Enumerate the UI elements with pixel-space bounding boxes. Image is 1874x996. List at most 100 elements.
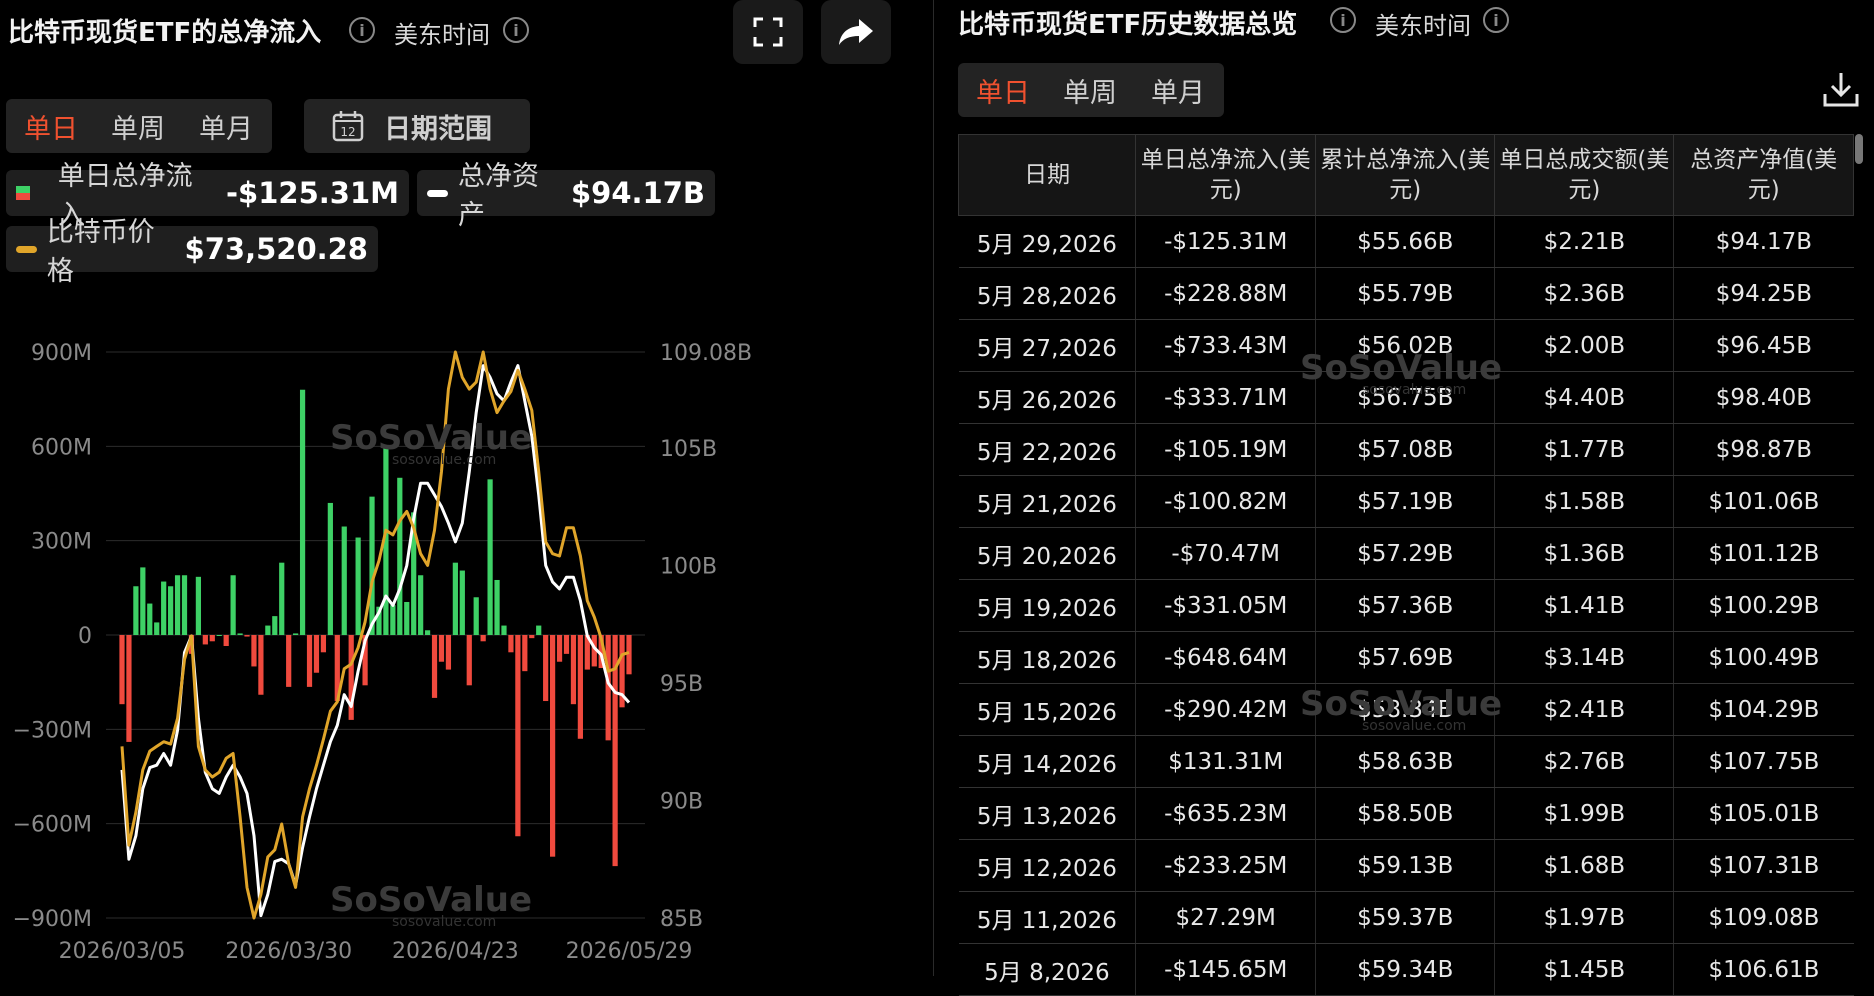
inflow-bar bbox=[272, 616, 278, 635]
table-cell-vol: $1.68B bbox=[1494, 839, 1674, 892]
table-cell-cum: $58.34B bbox=[1315, 683, 1495, 736]
y-right-tick-label: 100B bbox=[660, 554, 717, 579]
table-cell-nav: $96.45B bbox=[1673, 319, 1854, 372]
table-row[interactable]: 5月 29,2026 -$125.31M $55.66B $2.21B $94.17B bbox=[958, 215, 1854, 268]
table-row[interactable]: 5月 22,2026 -$105.19M $57.08B $1.77B $98.87B bbox=[958, 423, 1854, 476]
tab-daily[interactable]: 单日 bbox=[976, 71, 1030, 110]
table-cell-vol: $2.41B bbox=[1494, 683, 1674, 736]
inflow-bar bbox=[341, 526, 347, 635]
inflow-bar bbox=[265, 625, 271, 635]
inflow-bar bbox=[487, 479, 493, 635]
inflow-bar bbox=[147, 603, 153, 635]
table-scrollbar[interactable] bbox=[1855, 134, 1863, 164]
table-cell-vol: $2.00B bbox=[1494, 319, 1674, 372]
timezone-info-icon[interactable]: i bbox=[1483, 7, 1509, 33]
table-cell-flow: -$290.42M bbox=[1135, 683, 1316, 736]
flow-chart[interactable]: 900M 600M 300M 0 −300M −600M −900M 109.08B 105B 1… bbox=[0, 0, 933, 976]
history-period-tabs: 单日 单周 单月 bbox=[958, 63, 1224, 117]
tab-monthly[interactable]: 单月 bbox=[1151, 71, 1205, 110]
table-row[interactable]: 5月 12,2026 -$233.25M $59.13B $1.68B $107.31B bbox=[958, 839, 1854, 892]
table-cell-flow: -$333.71M bbox=[1135, 371, 1316, 424]
table-row[interactable]: 5月 21,2026 -$100.82M $57.19B $1.58B $101.06B bbox=[958, 475, 1854, 528]
panel-divider bbox=[933, 0, 934, 976]
table-cell-flow: $131.31M bbox=[1135, 735, 1316, 788]
table-row[interactable]: 5月 19,2026 -$331.05M $57.36B $1.41B $100.29B bbox=[958, 579, 1854, 632]
table-row[interactable]: 5月 20,2026 -$70.47M $57.29B $1.36B $101.12B bbox=[958, 527, 1854, 580]
table-row[interactable]: 5月 15,2026 -$290.42M $58.34B $2.41B $104.29B bbox=[958, 683, 1854, 736]
inflow-bar bbox=[154, 622, 160, 635]
table-cell-vol: $4.40B bbox=[1494, 371, 1674, 424]
table-cell-flow: -$125.31M bbox=[1135, 215, 1316, 268]
tab-weekly[interactable]: 单周 bbox=[1063, 71, 1117, 110]
table-row[interactable]: 5月 27,2026 -$733.43M $56.02B $2.00B $96.45B bbox=[958, 319, 1854, 372]
table-row[interactable]: 5月 14,2026 $131.31M $58.63B $2.76B $107.75B bbox=[958, 735, 1854, 788]
table-row[interactable]: 5月 28,2026 -$228.88M $55.79B $2.36B $94.25B bbox=[958, 267, 1854, 320]
outflow-bar bbox=[223, 635, 229, 647]
table-cell-vol: $1.45B bbox=[1494, 943, 1674, 996]
inflow-bar bbox=[418, 575, 424, 635]
table-cell-flow: -$145.65M bbox=[1135, 943, 1316, 996]
table-cell-date: 5月 13,2026 bbox=[958, 787, 1136, 840]
outflow-bar bbox=[570, 635, 577, 705]
column-header-volume[interactable]: 单日总成交额(美元) bbox=[1494, 134, 1675, 216]
table-cell-nav: $94.17B bbox=[1673, 215, 1854, 268]
table-cell-nav: $104.29B bbox=[1673, 683, 1854, 736]
table-row[interactable]: 5月 8,2026 -$145.65M $59.34B $1.45B $106.61B bbox=[958, 943, 1854, 996]
table-cell-cum: $58.63B bbox=[1315, 735, 1495, 788]
table-cell-date: 5月 14,2026 bbox=[958, 735, 1136, 788]
inflow-bar bbox=[299, 389, 306, 635]
inflow-bar bbox=[369, 496, 375, 635]
table-row[interactable]: 5月 18,2026 -$648.64M $57.69B $3.14B $100.49B bbox=[958, 631, 1854, 684]
column-header-nav[interactable]: 总资产净值(美元) bbox=[1673, 134, 1854, 216]
info-icon[interactable]: i bbox=[1330, 7, 1356, 33]
inflow-bar bbox=[237, 633, 243, 635]
timezone-label: 美东时间 bbox=[1375, 12, 1471, 40]
inflow-bar bbox=[140, 567, 146, 635]
chart-panel: 比特币现货ETF的总净流入 i 美东时间 i 单日 单周 单月 12 日期范围 … bbox=[0, 0, 933, 976]
table-cell-flow: $27.29M bbox=[1135, 891, 1316, 944]
column-header-cumulative-flow[interactable]: 累计总净流入(美元) bbox=[1315, 134, 1496, 216]
table-cell-cum: $56.02B bbox=[1315, 319, 1495, 372]
outflow-bar bbox=[286, 635, 292, 687]
y-right-tick-label: 109.08B bbox=[660, 341, 752, 366]
outflow-bar bbox=[466, 635, 472, 686]
outflow-bar bbox=[244, 635, 250, 637]
outflow-bar bbox=[306, 635, 313, 687]
table-cell-date: 5月 27,2026 bbox=[958, 319, 1136, 372]
inflow-bar bbox=[195, 576, 202, 635]
outflow-bar bbox=[119, 635, 125, 705]
outflow-bar bbox=[251, 635, 257, 667]
table-row[interactable]: 5月 11,2026 $27.29M $59.37B $1.97B $109.08B bbox=[958, 891, 1854, 944]
table-cell-flow: -$105.19M bbox=[1135, 423, 1316, 476]
inflow-bar bbox=[452, 562, 458, 635]
table-cell-flow: -$233.25M bbox=[1135, 839, 1316, 892]
column-header-date[interactable]: 日期 bbox=[957, 134, 1137, 216]
table-cell-vol: $1.41B bbox=[1494, 579, 1674, 632]
table-cell-nav: $107.75B bbox=[1673, 735, 1854, 788]
table-row[interactable]: 5月 13,2026 -$635.23M $58.50B $1.99B $105.01B bbox=[958, 787, 1854, 840]
inflow-bar bbox=[459, 570, 465, 635]
download-icon[interactable] bbox=[1822, 70, 1860, 108]
inflow-bar bbox=[390, 605, 396, 635]
inflow-bar bbox=[494, 579, 500, 635]
table-cell-vol: $1.97B bbox=[1494, 891, 1674, 944]
column-header-daily-flow[interactable]: 单日总净流入(美元) bbox=[1135, 134, 1317, 216]
inflow-bar bbox=[473, 597, 479, 635]
y-right-tick-label: 105B bbox=[660, 437, 717, 462]
outflow-bar bbox=[438, 635, 445, 662]
table-cell-nav: $98.40B bbox=[1673, 371, 1854, 424]
y-right-tick-label: 85B bbox=[660, 907, 703, 932]
table-cell-nav: $101.06B bbox=[1673, 475, 1854, 528]
y-right-tick-label: 95B bbox=[660, 672, 703, 697]
inflow-bar bbox=[501, 625, 507, 635]
table-cell-date: 5月 29,2026 bbox=[958, 215, 1136, 268]
inflow-bar bbox=[168, 586, 174, 635]
history-table: 日期 单日总净流入(美元) 累计总净流入(美元) 单日总成交额(美元) 总资产净… bbox=[957, 134, 1854, 996]
y-left-tick-label: 0 bbox=[78, 624, 92, 649]
table-row[interactable]: 5月 26,2026 -$333.71M $56.75B $4.40B $98.40B bbox=[958, 371, 1854, 424]
outflow-bar bbox=[126, 635, 132, 742]
table-cell-flow: -$70.47M bbox=[1135, 527, 1316, 580]
table-cell-date: 5月 8,2026 bbox=[958, 943, 1136, 996]
table-cell-nav: $101.12B bbox=[1673, 527, 1854, 580]
table-cell-date: 5月 19,2026 bbox=[958, 579, 1136, 632]
